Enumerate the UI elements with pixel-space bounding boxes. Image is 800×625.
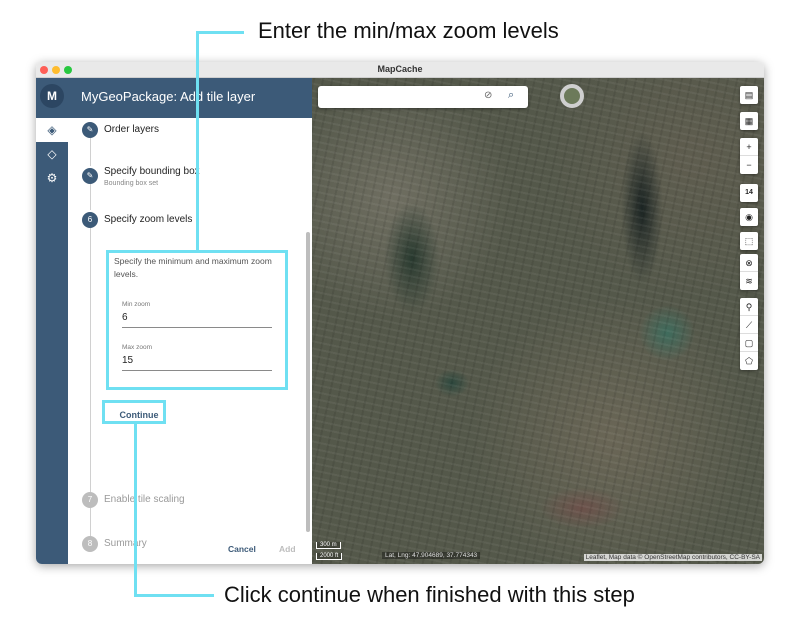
cancel-button[interactable]: Cancel	[228, 544, 256, 554]
nav-geopackage-icon[interactable]: ◈	[36, 118, 68, 142]
step-connector	[90, 184, 91, 210]
zoom-level-indicator: 14	[745, 189, 753, 196]
basemap-control: ▤	[740, 86, 758, 104]
layers-icon[interactable]: ≋	[740, 272, 758, 290]
zoom-in-button[interactable]: +	[740, 138, 758, 156]
step-bounding-box-sub: Bounding box set	[104, 180, 159, 187]
step-number-badge: 6	[82, 212, 98, 228]
step-summary[interactable]: Summary	[104, 538, 147, 549]
window-title: MapCache	[377, 64, 423, 74]
continue-highlight	[102, 400, 166, 424]
hide-layers-icon[interactable]: ⊗	[740, 254, 758, 272]
zoom-level-control: 14	[740, 184, 758, 202]
panel-header: MyGeoPackage: Add tile layer	[68, 78, 312, 118]
add-button[interactable]: Add	[279, 544, 296, 554]
grid-icon[interactable]: ▦	[740, 112, 758, 130]
map-view[interactable]: ⊘ ⌕ ▤ ▦ + − 14 ◉ ⬚ ⊗ ≋ ⚲ ⟋ ▢ ⬠ 300 m 200…	[312, 78, 764, 564]
step-bounding-box[interactable]: Specify bounding box	[104, 166, 200, 177]
rectangle-icon[interactable]: ▢	[740, 334, 758, 352]
polygon-icon[interactable]: ⬠	[740, 352, 758, 370]
title-bar: MapCache	[36, 62, 764, 78]
panel-scrollbar[interactable]	[306, 232, 310, 532]
app-logo-icon: M	[40, 84, 64, 108]
step-connector	[90, 508, 91, 538]
camera-icon[interactable]: ◉	[740, 208, 758, 226]
step-edit-icon[interactable]: ✎	[82, 122, 98, 138]
zoom-fields-highlight	[106, 250, 288, 390]
step-number-badge: 7	[82, 492, 98, 508]
callout-line	[134, 594, 214, 597]
callout-line	[196, 31, 199, 253]
stadium-feature	[560, 84, 584, 108]
marker-icon[interactable]: ⚲	[740, 298, 758, 316]
nav-rail: M ◈ ◇ ⚙	[36, 78, 68, 564]
callout-line	[134, 423, 137, 597]
map-search-bar[interactable]: ⊘ ⌕	[318, 86, 528, 108]
step-connector	[90, 138, 91, 166]
grid-control: ▦	[740, 112, 758, 130]
scale-metric: 300 m	[316, 542, 341, 549]
search-icon[interactable]: ⌕	[508, 89, 514, 102]
panel-title: MyGeoPackage: Add tile layer	[81, 89, 256, 104]
step-order-layers[interactable]: Order layers	[104, 124, 159, 135]
layer-controls: ⊗ ≋	[740, 254, 758, 290]
nav-settings-icon[interactable]: ⚙	[36, 166, 68, 190]
polyline-icon[interactable]: ⟋	[740, 316, 758, 334]
annotation-bottom: Click continue when finished with this s…	[224, 582, 635, 607]
capture-control: ◉	[740, 208, 758, 226]
step-edit-icon[interactable]: ✎	[82, 168, 98, 184]
fit-extent-icon[interactable]: ⬚	[740, 232, 758, 250]
step-tile-scaling[interactable]: Enable tile scaling	[104, 494, 185, 505]
scale-imperial: 2000 ft	[316, 553, 343, 560]
map-icon[interactable]: ▤	[740, 86, 758, 104]
zoom-out-button[interactable]: −	[740, 156, 758, 174]
map-off-icon[interactable]: ⊘	[484, 90, 492, 101]
page: Enter the min/max zoom levels Click cont…	[0, 0, 800, 625]
fit-control: ⬚	[740, 232, 758, 250]
satellite-imagery	[312, 78, 764, 564]
map-attribution[interactable]: Leaflet, Map data © OpenStreetMap contri…	[583, 554, 762, 561]
annotation-top: Enter the min/max zoom levels	[258, 18, 559, 43]
zoom-control: + −	[740, 138, 758, 174]
draw-controls: ⚲ ⟋ ▢ ⬠	[740, 298, 758, 370]
nav-layers-icon[interactable]: ◇	[36, 142, 68, 166]
callout-line	[196, 31, 244, 34]
step-number-badge: 8	[82, 536, 98, 552]
step-zoom-levels[interactable]: Specify zoom levels	[104, 214, 192, 225]
latlng-readout: Lat, Lng: 47.904689, 37.774343	[382, 552, 481, 559]
step-connector	[90, 228, 91, 492]
